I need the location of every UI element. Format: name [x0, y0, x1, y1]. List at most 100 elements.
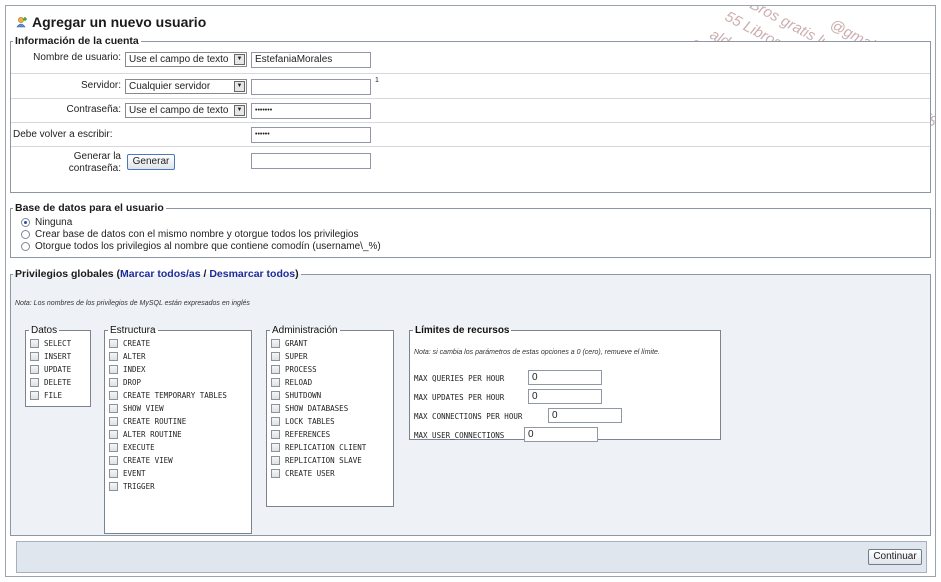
privilege-process[interactable]: PROCESS: [271, 365, 317, 374]
privilege-lock-tables[interactable]: LOCK TABLES: [271, 417, 335, 426]
checkbox[interactable]: [109, 391, 118, 400]
server-input[interactable]: [251, 79, 371, 95]
continue-button[interactable]: Continuar: [868, 549, 922, 565]
radio-button[interactable]: [21, 230, 30, 239]
privilege-label: DROP: [123, 378, 142, 387]
privilege-references[interactable]: REFERENCES: [271, 430, 330, 439]
server-mode-value: Cualquier servidor: [129, 81, 211, 92]
privilege-event[interactable]: EVENT: [109, 469, 146, 478]
privilege-grant[interactable]: GRANT: [271, 339, 308, 348]
privilege-insert[interactable]: INSERT: [30, 352, 71, 361]
checkbox[interactable]: [271, 430, 280, 439]
checkbox[interactable]: [109, 430, 118, 439]
checkbox[interactable]: [30, 378, 39, 387]
checkbox[interactable]: [271, 469, 280, 478]
privilege-create-user[interactable]: CREATE USER: [271, 469, 335, 478]
checkbox[interactable]: [30, 352, 39, 361]
username-input[interactable]: EstefaniaMorales: [251, 52, 371, 68]
account-info-section: Información de la cuenta Nombre de usuar…: [10, 35, 931, 193]
privilege-drop[interactable]: DROP: [109, 378, 141, 387]
privilege-execute[interactable]: EXECUTE: [109, 443, 155, 452]
checkbox[interactable]: [109, 352, 118, 361]
privilege-shutdown[interactable]: SHUTDOWN: [271, 391, 321, 400]
checkbox[interactable]: [109, 482, 118, 491]
page-header: Agregar un nuevo usuario: [16, 14, 206, 30]
privilege-replication-client[interactable]: REPLICATION CLIENT: [271, 443, 366, 452]
uncheck-all-link[interactable]: Desmarcar todos: [209, 268, 295, 280]
max-connections-input[interactable]: 0: [548, 408, 622, 423]
privilege-super[interactable]: SUPER: [271, 352, 308, 361]
privilege-create-routine[interactable]: CREATE ROUTINE: [109, 417, 186, 426]
max-updates-input[interactable]: 0: [528, 389, 602, 404]
max-queries-input[interactable]: 0: [528, 370, 602, 385]
password-mode-select[interactable]: Use el campo de texto ▼: [125, 103, 247, 118]
privilege-index[interactable]: INDEX: [109, 365, 146, 374]
checkbox[interactable]: [271, 456, 280, 465]
privilege-label: EXECUTE: [123, 443, 155, 452]
privilege-create[interactable]: CREATE: [109, 339, 150, 348]
checkbox[interactable]: [109, 404, 118, 413]
max-user-connections-input[interactable]: 0: [524, 427, 598, 442]
radio-button-selected[interactable]: [21, 218, 30, 227]
privilege-label: RELOAD: [285, 378, 313, 387]
checkbox[interactable]: [271, 352, 280, 361]
username-mode-value: Use el campo de texto: [129, 54, 229, 65]
privilege-select[interactable]: SELECT: [30, 339, 71, 348]
server-mode-select[interactable]: Cualquier servidor ▼: [125, 79, 247, 94]
privilege-alter-routine[interactable]: ALTER ROUTINE: [109, 430, 182, 439]
privilege-delete[interactable]: DELETE: [30, 378, 71, 387]
limit-label: MAX QUERIES PER HOUR: [414, 374, 505, 383]
generated-password-input[interactable]: [251, 153, 371, 169]
privilege-file[interactable]: FILE: [30, 391, 62, 400]
privilege-label: SUPER: [285, 352, 308, 361]
checkbox[interactable]: [271, 404, 280, 413]
checkbox[interactable]: [271, 391, 280, 400]
checkbox[interactable]: [109, 456, 118, 465]
database-option-none[interactable]: Ninguna: [21, 217, 72, 228]
privilege-create-view[interactable]: CREATE VIEW: [109, 456, 173, 465]
privilege-label: LOCK TABLES: [285, 417, 335, 426]
add-user-panel: Bros gratis luzd 55 Libros gratis li @gm…: [5, 5, 936, 577]
group-legend-datos: Datos: [31, 325, 58, 336]
server-footnote: 1: [375, 77, 379, 84]
checkbox[interactable]: [271, 339, 280, 348]
privilege-alter[interactable]: ALTER: [109, 352, 146, 361]
privilege-show-view[interactable]: SHOW VIEW: [109, 404, 164, 413]
checkbox[interactable]: [30, 365, 39, 374]
checkbox[interactable]: [109, 443, 118, 452]
database-option-label: Otorgue todos los privilegios al nombre …: [35, 241, 381, 252]
privilege-replication-slave[interactable]: REPLICATION SLAVE: [271, 456, 362, 465]
username-row: Nombre de usuario: Use el campo de texto…: [11, 47, 930, 73]
checkbox[interactable]: [271, 378, 280, 387]
checkbox[interactable]: [30, 391, 39, 400]
checkbox[interactable]: [109, 469, 118, 478]
checkbox[interactable]: [271, 417, 280, 426]
page-title: Agregar un nuevo usuario: [32, 14, 207, 30]
privilege-update[interactable]: UPDATE: [30, 365, 71, 374]
checkbox[interactable]: [109, 339, 118, 348]
radio-button[interactable]: [21, 242, 30, 251]
database-option-wildcard[interactable]: Otorgue todos los privilegios al nombre …: [21, 241, 381, 252]
privilege-reload[interactable]: RELOAD: [271, 378, 312, 387]
privilege-trigger[interactable]: TRIGGER: [109, 482, 155, 491]
privilege-label: EVENT: [123, 469, 146, 478]
form-footer: Continuar: [16, 541, 927, 573]
checkbox[interactable]: [109, 365, 118, 374]
privilege-create-temporary-tables[interactable]: CREATE TEMPORARY TABLES: [109, 391, 227, 400]
database-option-create[interactable]: Crear base de datos con el mismo nombre …: [21, 229, 359, 240]
privileges-legend-separator: /: [200, 268, 210, 280]
username-mode-select[interactable]: Use el campo de texto ▼: [125, 52, 247, 67]
checkbox[interactable]: [271, 365, 280, 374]
checkbox[interactable]: [109, 378, 118, 387]
password-input[interactable]: •••••••: [251, 103, 371, 119]
privilege-show-databases[interactable]: SHOW DATABASES: [271, 404, 348, 413]
check-all-link[interactable]: Marcar todos/as: [120, 268, 201, 280]
checkbox[interactable]: [271, 443, 280, 452]
checkbox[interactable]: [30, 339, 39, 348]
generate-button[interactable]: Generar: [127, 154, 175, 170]
privilege-label: FILE: [44, 391, 63, 400]
checkbox[interactable]: [109, 417, 118, 426]
retype-password-input[interactable]: ••••••: [251, 127, 371, 143]
privilege-label: DELETE: [44, 378, 72, 387]
generate-label: Generar la contraseña:: [68, 151, 121, 174]
